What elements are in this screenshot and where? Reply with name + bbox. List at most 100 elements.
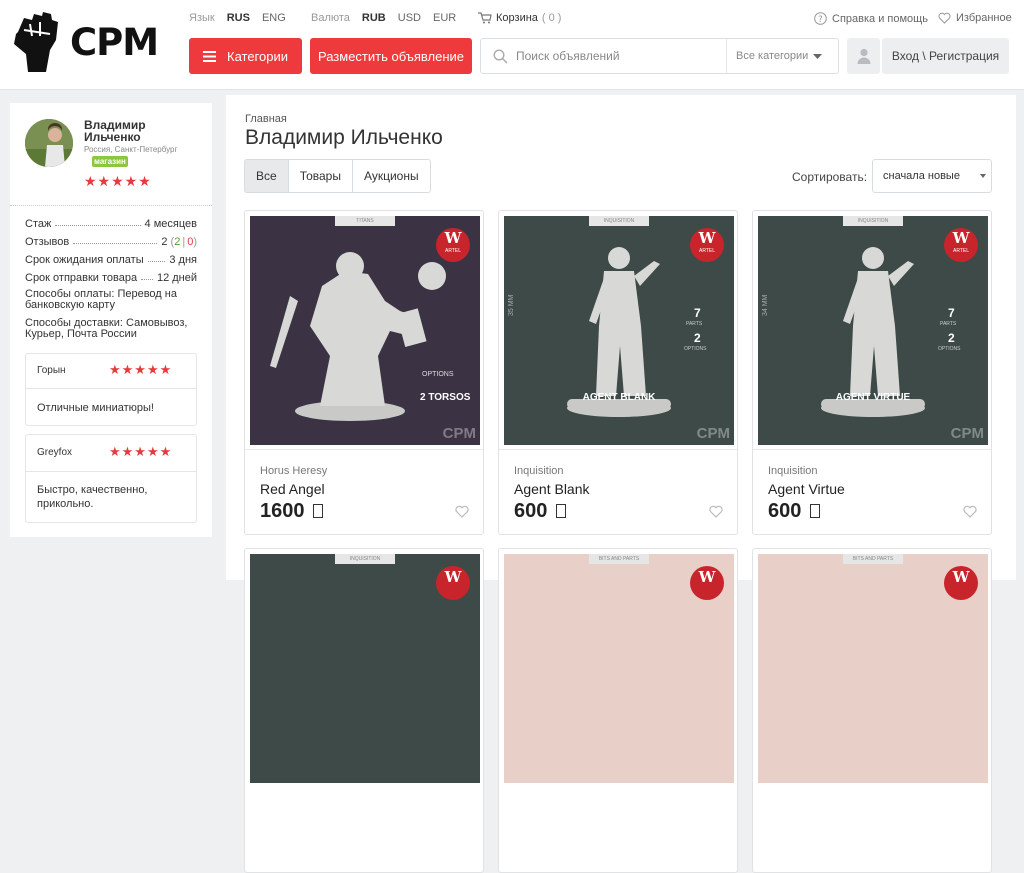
tab-auctions[interactable]: Аукционы (353, 160, 430, 192)
user-avatar-button[interactable] (847, 38, 880, 74)
login-register-button[interactable]: Вход \ Регистрация (882, 38, 1009, 74)
review-stars: ★★★★★ (109, 362, 173, 377)
cart-link[interactable]: Корзина ( 0 ) (478, 12, 561, 24)
review-author: Горын (37, 365, 66, 376)
stat-label: Срок ожидания оплаты (25, 254, 144, 266)
product-image-caption: 2 TORSOS (420, 392, 471, 403)
product-name[interactable]: Agent Virtue (768, 481, 845, 497)
product-category[interactable]: Horus Heresy (260, 465, 327, 477)
search-category-select[interactable]: Все категории (726, 39, 838, 73)
product-image[interactable]: BITS AND PARTS W (758, 554, 988, 783)
categories-button[interactable]: Категории (189, 38, 302, 74)
product-category[interactable]: Inquisition (768, 465, 818, 477)
user-icon (857, 48, 870, 64)
watermark: CPM (950, 425, 984, 442)
product-card[interactable]: INQUISITION W ARTEL 7 PARTS 2 OPTIONS 35… (498, 210, 738, 535)
favorite-heart-icon[interactable] (963, 505, 977, 518)
stat-label: Стаж (25, 218, 52, 230)
parts-label: PARTS (940, 321, 957, 327)
height-label: 34 MM (762, 294, 769, 316)
options-label: OPTIONS (938, 346, 961, 352)
review-author: Greyfox (37, 447, 73, 458)
sort-label: Сортировать: (792, 170, 868, 184)
product-image[interactable]: INQUISITION W ARTEL 7 PARTS 2 OPTIONS 35… (504, 216, 734, 445)
stat-value: 2 (161, 236, 168, 248)
product-price: 600 (514, 500, 566, 523)
product-image-tag: INQUISITION (335, 554, 395, 564)
product-image[interactable]: INQUISITION W ARTEL 7 PARTS 2 OPTIONS 34… (758, 216, 988, 445)
product-name[interactable]: Agent Blank (514, 481, 590, 497)
review-text: Быстро, качественно, прикольно. (37, 484, 148, 510)
product-category[interactable]: Inquisition (514, 465, 564, 477)
chevron-down-icon (813, 54, 822, 59)
review-text: Отличные миниатюры! (37, 402, 154, 414)
fist-logo-icon (14, 12, 58, 72)
product-card[interactable]: BITS AND PARTS W (752, 548, 992, 873)
brand-badge-icon: W ARTEL (690, 228, 724, 262)
stat-positive: 2 (174, 236, 181, 248)
search-icon (493, 48, 508, 63)
logo-text: CPM (70, 20, 159, 64)
seller-avatar (25, 119, 73, 167)
shop-badge: магазин (92, 156, 128, 167)
stat-payment-wait: Срок ожидания оплаты 3 дня (25, 254, 197, 266)
chevron-down-icon (980, 174, 986, 178)
delivery-methods: Способы доставки: Самовывоз, Курьер, Поч… (25, 317, 188, 340)
currency-eur[interactable]: EUR (433, 12, 456, 24)
product-image-tag: BITS AND PARTS (843, 554, 903, 564)
options-label: OPTIONS (684, 346, 707, 352)
product-image[interactable]: INQUISITION W (250, 554, 480, 783)
ruble-icon (555, 504, 566, 518)
product-card[interactable]: INQUISITION W ARTEL 7 PARTS 2 OPTIONS 34… (752, 210, 992, 535)
currency-usd[interactable]: USD (398, 12, 421, 24)
post-ad-button[interactable]: Разместить объявление (310, 38, 472, 74)
stat-value: 4 месяцев (144, 218, 197, 230)
options-count: 2 (694, 331, 701, 345)
logo[interactable]: CPM (10, 10, 159, 74)
help-link[interactable]: ? Справка и помощь (814, 12, 928, 25)
search-input[interactable]: Поиск объявлений (516, 49, 620, 63)
favorites-label: Избранное (956, 12, 1012, 24)
product-image[interactable]: BITS AND PARTS W (504, 554, 734, 783)
language-switcher: Язык RUS ENG (189, 12, 286, 24)
ruble-icon (809, 504, 820, 518)
payment-methods: Способы оплаты: Перевод на банковскую ка… (25, 288, 177, 311)
product-price: 1600 (260, 500, 324, 523)
brand-badge-icon: W ARTEL (944, 228, 978, 262)
parts-count: 7 (694, 306, 701, 320)
site-header: CPM Язык RUS ENG Валюта RUB USD EUR Корзина (… (0, 0, 1024, 90)
product-card[interactable]: BITS AND PARTS W (498, 548, 738, 873)
currency-switcher: Валюта RUB USD EUR (311, 12, 456, 24)
lang-eng[interactable]: ENG (262, 12, 286, 24)
product-image-caption: AGENT BLANK (582, 392, 656, 403)
product-image-tag: INQUISITION (589, 216, 649, 226)
sort-select[interactable]: сначала новые (872, 159, 992, 193)
review-card: Горын ★★★★★ Отличные миниатюры! (25, 353, 197, 426)
sidebar-divider (10, 205, 212, 206)
stat-label: Отзывов (25, 236, 70, 248)
product-image-tag: BITS AND PARTS (589, 554, 649, 564)
product-name[interactable]: Red Angel (260, 481, 325, 497)
currency-rub[interactable]: RUB (362, 12, 386, 24)
stat-label: Срок отправки товара (25, 272, 138, 284)
tab-goods[interactable]: Товары (289, 160, 353, 192)
listing-tabs: Все Товары Аукционы (244, 159, 431, 193)
favorites-link[interactable]: Избранное (938, 12, 1012, 24)
product-card[interactable]: INQUISITION W (244, 548, 484, 873)
breadcrumb[interactable]: Главная (245, 113, 287, 125)
brand-badge-icon: W (436, 566, 470, 600)
tab-all[interactable]: Все (245, 160, 289, 192)
language-label: Язык (189, 12, 215, 24)
search-category-value: Все категории (736, 50, 809, 62)
product-card[interactable]: TITANS W ARTEL OPTIONS 2 TORSOS CPM Horu… (244, 210, 484, 535)
parts-count: 7 (948, 306, 955, 320)
lang-rus[interactable]: RUS (227, 12, 250, 24)
favorite-heart-icon[interactable] (455, 505, 469, 518)
product-image[interactable]: TITANS W ARTEL OPTIONS 2 TORSOS CPM (250, 216, 480, 445)
stat-value: 3 дня (169, 254, 197, 266)
product-price: 600 (768, 500, 820, 523)
favorite-heart-icon[interactable] (709, 505, 723, 518)
options-sub: OPTIONS (422, 371, 454, 378)
categories-button-label: Категории (227, 48, 288, 64)
help-label: Справка и помощь (832, 12, 928, 25)
